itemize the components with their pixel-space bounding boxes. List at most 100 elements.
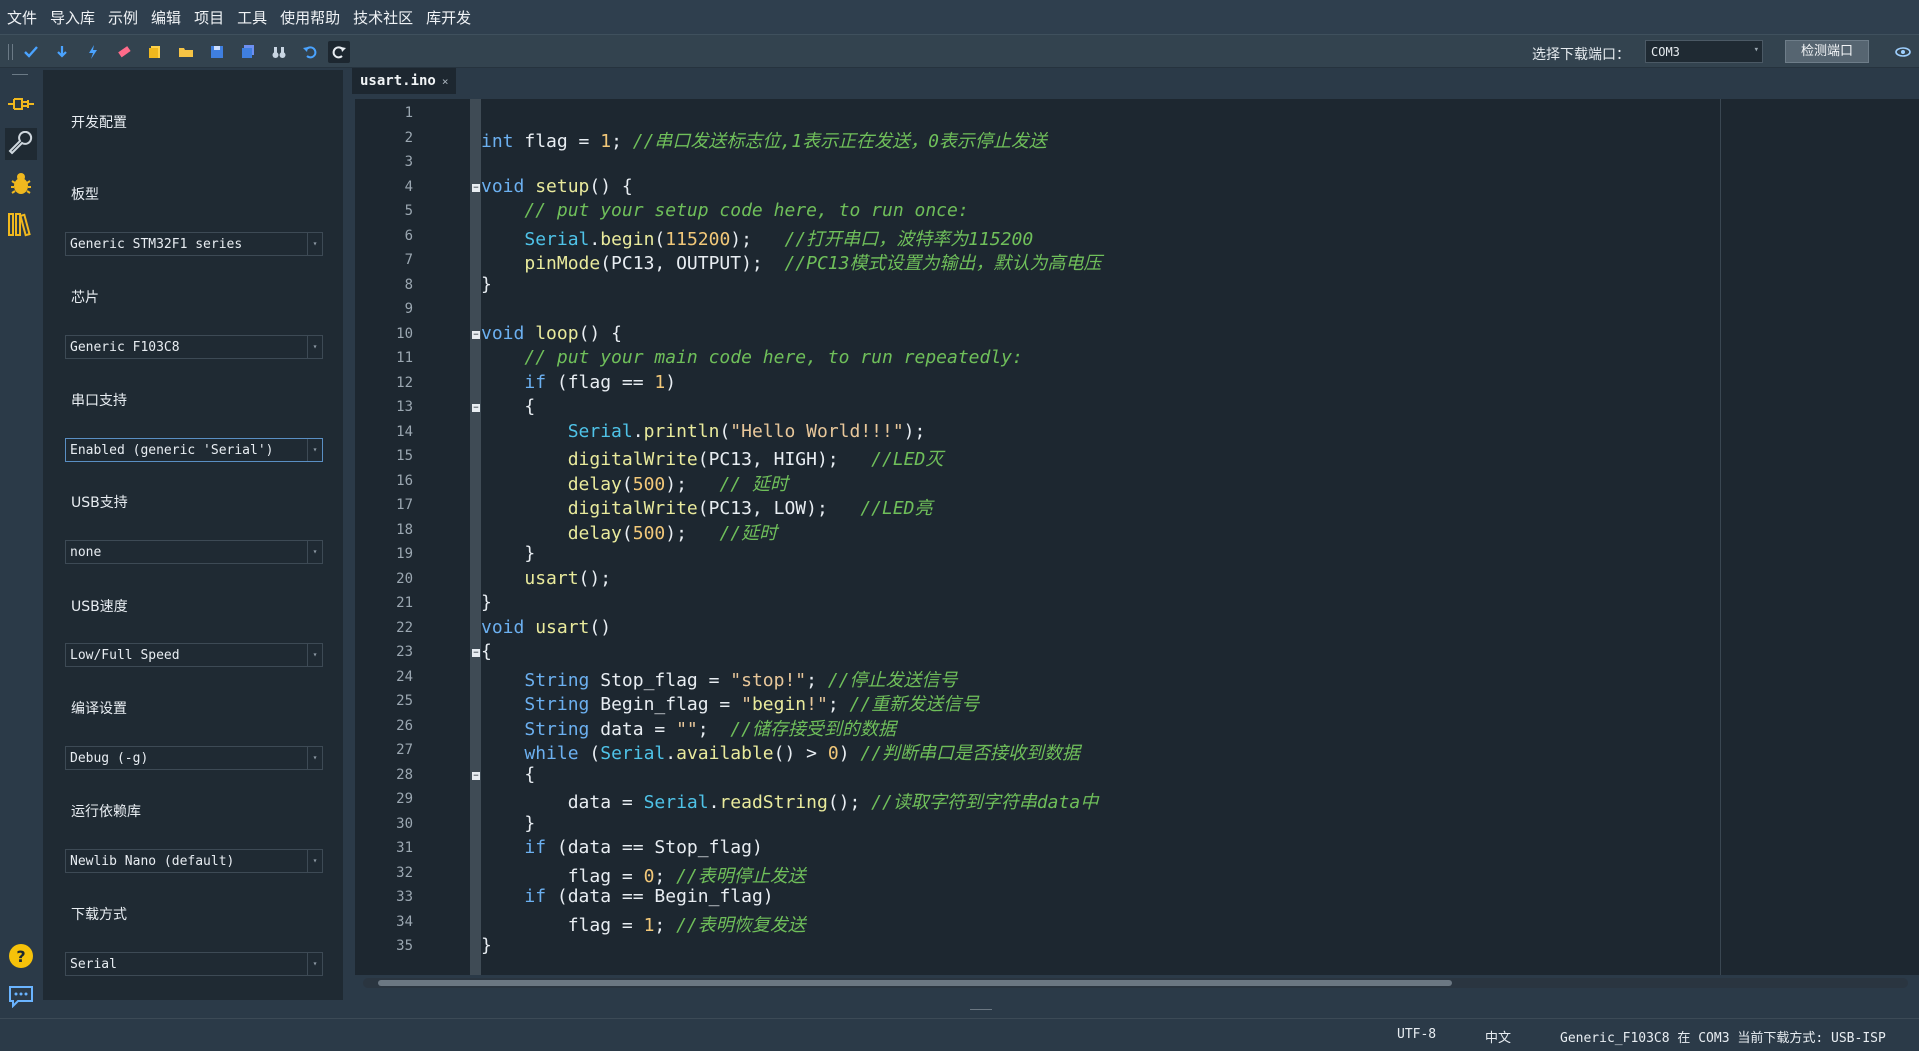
status-bar: UTF-8 中文 Generic_F103C8 在 COM3 当前下载方式: U…	[0, 1018, 1919, 1051]
fold-toggle-icon[interactable]: −	[472, 330, 480, 339]
save-all-icon[interactable]	[237, 41, 259, 63]
help-icon[interactable]: ?	[5, 940, 37, 972]
code-line[interactable]: }	[481, 592, 492, 613]
panel-splitter[interactable]	[970, 1009, 992, 1010]
flash-icon[interactable]	[82, 41, 104, 63]
code-line[interactable]: pinMode(PC13, OUTPUT); //PC13模式设置为输出，默认为…	[481, 249, 1101, 275]
menu-item[interactable]: 工具	[230, 7, 273, 28]
code-line[interactable]: if (data == Stop_flag)	[481, 837, 762, 858]
download-method-select[interactable]: Serial ▾	[65, 952, 323, 976]
code-line[interactable]: if (data == Begin_flag)	[481, 886, 773, 907]
library-icon[interactable]	[5, 208, 37, 240]
open-folder-icon[interactable]	[175, 41, 197, 63]
new-file-icon[interactable]	[144, 41, 166, 63]
connector-icon[interactable]	[5, 88, 37, 120]
code-line[interactable]: void setup() {	[481, 176, 633, 197]
menu-item[interactable]: 文件	[0, 7, 43, 28]
code-line[interactable]: digitalWrite(PC13, LOW); //LED亮	[481, 494, 933, 520]
undo-icon[interactable]	[299, 41, 321, 63]
code-line[interactable]: // put your setup code here, to run once…	[481, 200, 968, 221]
menu-item[interactable]: 导入库	[43, 7, 101, 28]
code-line[interactable]: // put your main code here, to run repea…	[481, 347, 1023, 368]
code-line[interactable]: delay(500); // 延时	[481, 470, 788, 496]
bug-icon[interactable]	[5, 168, 37, 200]
code-line[interactable]: String Stop_flag = "stop!"; //停止发送信号	[481, 666, 957, 692]
code-line[interactable]: delay(500); //延时	[481, 519, 777, 545]
verify-icon[interactable]	[20, 41, 42, 63]
code-line[interactable]: flag = 0; //表明停止发送	[481, 862, 806, 888]
upload-icon[interactable]	[51, 41, 73, 63]
menu-item[interactable]: 使用帮助	[273, 7, 346, 28]
menu-item[interactable]: 技术社区	[346, 7, 419, 28]
serial-support-select[interactable]: Enabled (generic 'Serial') ▾	[65, 438, 323, 462]
line-number: 26	[396, 717, 413, 734]
chevron-down-icon: ▾	[307, 747, 322, 769]
find-icon[interactable]	[268, 41, 290, 63]
redo-icon[interactable]	[328, 41, 350, 63]
code-line[interactable]: {	[481, 764, 535, 785]
eye-icon[interactable]	[1893, 43, 1913, 61]
menu-item[interactable]: 示例	[101, 7, 144, 28]
line-number: 18	[396, 521, 413, 538]
code-line[interactable]: void loop() {	[481, 323, 622, 344]
runtime-lib-select[interactable]: Newlib Nano (default) ▾	[65, 849, 323, 873]
code-line[interactable]: Serial.begin(115200); //打开串口，波特率为115200	[481, 225, 1033, 251]
compile-settings-select[interactable]: Debug (-g) ▾	[65, 746, 323, 770]
line-number: 31	[396, 840, 413, 856]
code-line[interactable]: {	[481, 396, 535, 417]
code-line[interactable]: int flag = 1; //串口发送标志位,1表示正在发送，0表示停止发送	[481, 127, 1047, 153]
code-line[interactable]: void usart()	[481, 617, 611, 638]
save-icon[interactable]	[206, 41, 228, 63]
menu-item[interactable]: 库开发	[419, 7, 477, 28]
status-language: 中文	[1485, 1031, 1512, 1046]
toolbar-grip[interactable]	[8, 44, 13, 60]
line-number: 12	[396, 374, 413, 391]
config-title: 开发配置	[71, 115, 127, 131]
code-line[interactable]: flag = 1; //表明恢复发送	[481, 911, 806, 937]
code-line[interactable]: }	[481, 543, 535, 564]
usb-speed-select[interactable]: Low/Full Speed ▾	[65, 643, 323, 667]
board-select[interactable]: Generic STM32F1 series ▾	[65, 232, 323, 256]
wrench-icon[interactable]	[5, 128, 37, 160]
fold-toggle-icon[interactable]: −	[472, 183, 480, 192]
menu-item[interactable]: 项目	[187, 7, 230, 28]
download-method-value: Serial	[70, 957, 117, 972]
serial-support-label: 串口支持	[71, 393, 127, 409]
code-line[interactable]: usart();	[481, 568, 611, 589]
erase-icon[interactable]	[113, 41, 135, 63]
code-line[interactable]: Serial.println("Hello World!!!");	[481, 421, 926, 442]
code-line[interactable]: }	[481, 935, 492, 956]
chat-icon[interactable]	[5, 980, 37, 1012]
code-line[interactable]: digitalWrite(PC13, HIGH); //LED灭	[481, 445, 944, 471]
fold-toggle-icon[interactable]: −	[472, 404, 480, 413]
code-editor[interactable]: 1 2 3 4 5 6 7 8 9 10 11 12 13 14 15 16 17 18 19 20 21 22 23 24 2…	[355, 99, 1919, 975]
line-number: 27	[396, 742, 413, 758]
code-line[interactable]: }	[481, 274, 492, 295]
code-line[interactable]: }	[481, 813, 535, 834]
port-select[interactable]: COM3 ▾	[1645, 40, 1763, 63]
code-line[interactable]: data = Serial.readString(); //读取字符到字符串da…	[481, 788, 1099, 814]
code-line[interactable]: while (Serial.available() > 0) //判断串口是否接…	[481, 739, 1080, 765]
code-line[interactable]: String Begin_flag = "begin!"; //重新发送信号	[481, 690, 979, 716]
line-number: 11	[396, 350, 413, 366]
line-number: 5	[404, 203, 413, 219]
tab-bar: usart.ino ×	[352, 68, 1919, 94]
code-area[interactable]: int flag = 1; //串口发送标志位,1表示正在发送，0表示停止发送 v…	[481, 99, 1919, 975]
scrollbar-thumb[interactable]	[378, 980, 1452, 986]
tab-usart-ino[interactable]: usart.ino ×	[352, 68, 457, 94]
chip-select[interactable]: Generic F103C8 ▾	[65, 335, 323, 359]
code-line[interactable]: if (flag == 1)	[481, 372, 676, 393]
code-line[interactable]: {	[481, 641, 492, 662]
menu-item[interactable]: 编辑	[144, 7, 187, 28]
code-line[interactable]: String data = ""; //储存接受到的数据	[481, 715, 896, 741]
collapse-handle[interactable]	[12, 74, 28, 75]
line-number: 28	[396, 766, 413, 783]
horizontal-scrollbar[interactable]	[363, 978, 1908, 988]
fold-toggle-icon[interactable]: −	[472, 649, 480, 658]
close-icon[interactable]: ×	[442, 75, 449, 88]
usb-support-select[interactable]: none ▾	[65, 540, 323, 564]
line-number: 10	[396, 325, 413, 342]
detect-port-button[interactable]: 检测端口	[1785, 40, 1869, 63]
fold-toggle-icon[interactable]: −	[472, 771, 480, 780]
line-number: 21	[396, 595, 413, 611]
